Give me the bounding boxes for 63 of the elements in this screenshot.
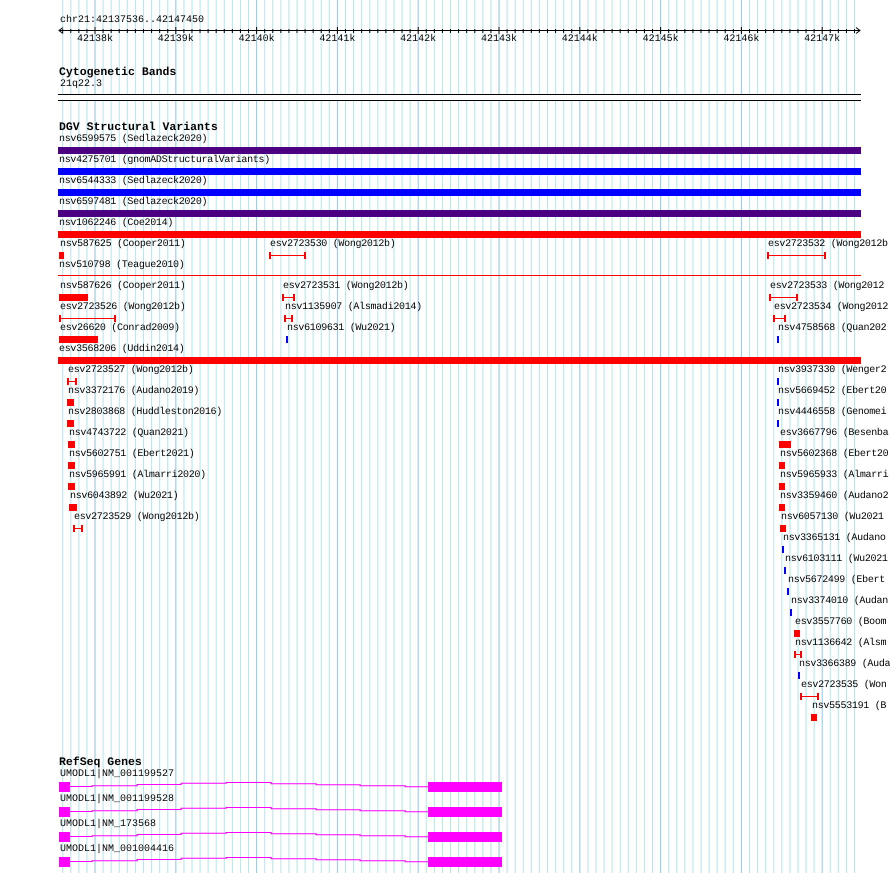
variant-label: esv2723532 (Wong2012b: [768, 239, 888, 251]
ruler-label: 42138k: [77, 34, 113, 46]
ruler-label: 42146k: [723, 34, 760, 46]
variant-label: nsv4743722 (Quan2021): [69, 428, 189, 440]
ruler-label: 42143k: [481, 34, 517, 46]
variant-label: nsv5669452 (Ebert20: [778, 386, 886, 398]
variant-label: esv3667796 (Besenba: [780, 428, 888, 440]
gene-label: UMODL1|NM_173568: [60, 819, 158, 831]
variant-label: nsv5602368 (Ebert20: [780, 449, 888, 461]
variant-label: esv2723533 (Wong2012: [770, 281, 884, 293]
variant-label: nsv2803868 (Huddleston2016): [68, 407, 222, 419]
variant-label: nsv4446558 (Genomei: [778, 407, 886, 419]
variant-label: esv2723527 (Wong2012b): [68, 365, 194, 377]
variant-label: esv3568206 (Uddin2014): [59, 344, 184, 356]
track-title: DGV Structural Variants: [59, 122, 219, 134]
variant-label: nsv5672499 (Ebert: [788, 575, 885, 587]
gene-label: UMODL1|NM_001199527: [60, 769, 176, 781]
track-title: Cytogenetic Bands: [59, 67, 178, 79]
variant-label: nsv3937330 (Wenger2: [778, 365, 886, 377]
location-label: chr21:42137536..42147450: [60, 15, 206, 27]
variant-label: nsv4275701 (gnomADStructuralVariants): [59, 155, 270, 167]
variant-label: nsv510798 (Teague2010): [59, 260, 184, 272]
variant-label: nsv5965933 (Almarri: [780, 470, 888, 482]
variant-label: nsv6057130 (Wu2021: [781, 512, 884, 524]
variant-label: nsv5965991 (Almarri2020): [69, 470, 206, 482]
gene-label: UMODL1|NM_001004416: [60, 844, 176, 856]
variant-label: esv2723526 (Wong2012b): [60, 302, 186, 314]
variant-label: nsv6597481 (Sedlazeck2020): [59, 197, 208, 209]
ruler-label: 42144k: [562, 34, 598, 46]
ruler-label: 42140k: [238, 34, 275, 46]
variant-label: nsv587625 (Cooper2011): [60, 239, 186, 251]
variant-label: esv2723535 (Won: [801, 680, 887, 692]
variant-label: nsv3359460 (Audano2: [780, 491, 888, 503]
variant-label: nsv587626 (Cooper2011): [60, 281, 186, 293]
variant-label: nsv1136642 (Alsm: [795, 638, 886, 650]
gene-label: UMODL1|NM_001199528: [60, 794, 176, 806]
variant-label: nsv1062246 (Coe2014): [59, 218, 174, 230]
variant-label: nsv5602751 (Ebert2021): [69, 449, 194, 461]
band-label: 21q22.3: [60, 79, 104, 91]
variant-label: esv2723534 (Wong2012: [774, 302, 888, 314]
ruler-label: 42142k: [400, 34, 436, 46]
variant-label: nsv3366389 (Auda: [799, 659, 890, 671]
variant-label: nsv3372176 (Audano2019): [68, 386, 200, 398]
variant-label: nsv3374010 (Audan: [791, 596, 888, 608]
variant-label: nsv1135907 (Alsmadi2014): [285, 302, 422, 314]
variant-label: nsv6043892 (Wu2021): [70, 491, 178, 503]
variant-label: nsv6109631 (Wu2021): [287, 323, 396, 335]
variant-label: nsv6103111 (Wu2021: [785, 554, 888, 566]
variant-label: nsv6599575 (Sedlazeck2020): [59, 134, 208, 146]
ruler-label: 42147k: [804, 34, 840, 46]
variant-label: esv3557760 (Boom: [795, 617, 886, 629]
ruler-label: 42145k: [642, 34, 679, 46]
variant-label: esv2723529 (Wong2012b): [74, 512, 200, 524]
variant-label: esv2723531 (Wong2012b): [283, 281, 408, 293]
variant-label: nsv6544333 (Sedlazeck2020): [59, 176, 208, 188]
ruler-label: 42141k: [319, 34, 356, 46]
variant-label: nsv3365131 (Audano: [783, 533, 886, 545]
ruler-label: 42139k: [158, 34, 194, 46]
variant-label: esv2723530 (Wong2012b): [270, 239, 396, 251]
variant-label: esv26620 (Conrad2009): [60, 323, 180, 335]
track-title: RefSeq Genes: [59, 757, 142, 769]
variant-label: nsv4758568 (Quan202: [778, 323, 886, 335]
variant-label: nsv5553191 (B: [812, 701, 886, 713]
